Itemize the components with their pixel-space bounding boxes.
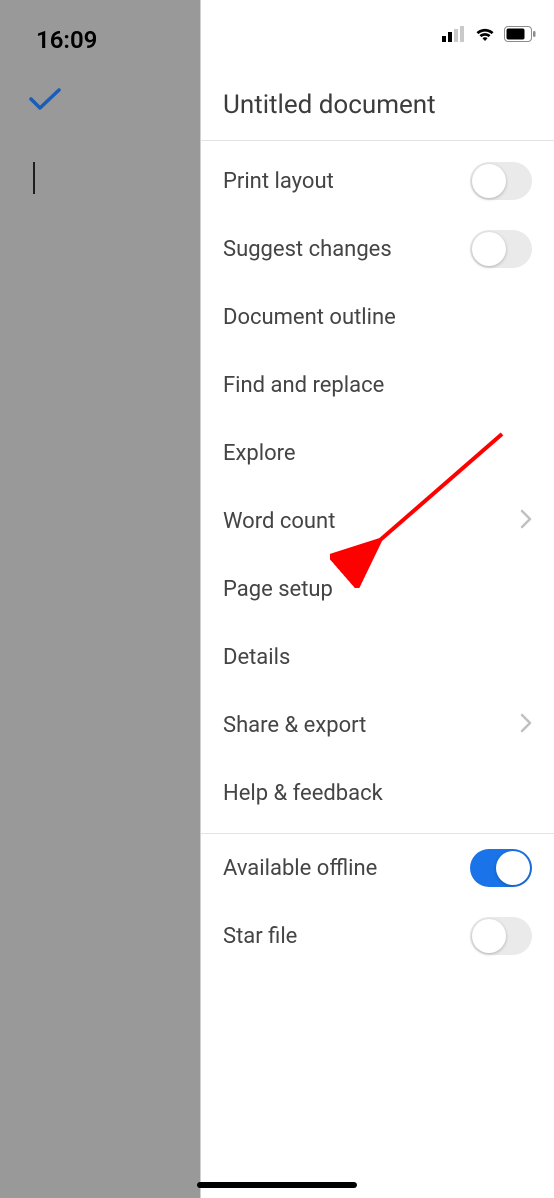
- battery-icon: [504, 26, 536, 42]
- menu-help-feedback[interactable]: Help & feedback: [201, 759, 554, 827]
- menu-star-file[interactable]: Star file: [201, 902, 554, 970]
- menu-label: Page setup: [223, 577, 333, 602]
- document-title: Untitled document: [223, 90, 532, 120]
- menu-find-replace[interactable]: Find and replace: [201, 351, 554, 419]
- menu-available-offline[interactable]: Available offline: [201, 834, 554, 902]
- menu-section-main: Print layout Suggest changes Document ou…: [201, 141, 554, 970]
- status-bar-right: [442, 26, 536, 42]
- text-cursor: [33, 162, 35, 194]
- menu-print-layout[interactable]: Print layout: [201, 147, 554, 215]
- menu-share-export[interactable]: Share & export: [201, 691, 554, 759]
- toggle-star-file[interactable]: [470, 917, 532, 955]
- chevron-right-icon: [520, 507, 532, 535]
- menu-explore[interactable]: Explore: [201, 419, 554, 487]
- menu-page-setup[interactable]: Page setup: [201, 555, 554, 623]
- menu-label: Details: [223, 645, 290, 670]
- menu-label: Find and replace: [223, 373, 384, 398]
- toggle-print-layout[interactable]: [470, 162, 532, 200]
- home-indicator[interactable]: [197, 1182, 357, 1188]
- menu-details[interactable]: Details: [201, 623, 554, 691]
- toggle-available-offline[interactable]: [470, 849, 532, 887]
- menu-label: Star file: [223, 924, 297, 949]
- panel-header: Untitled document: [201, 0, 554, 141]
- menu-label: Word count: [223, 509, 335, 534]
- chevron-right-icon: [520, 711, 532, 739]
- menu-label: Print layout: [223, 169, 334, 194]
- menu-label: Help & feedback: [223, 781, 383, 806]
- toggle-suggest-changes[interactable]: [470, 230, 532, 268]
- menu-document-outline[interactable]: Document outline: [201, 283, 554, 351]
- overflow-menu-panel: Untitled document Print layout Suggest c…: [200, 0, 554, 1198]
- menu-label: Share & export: [223, 713, 366, 738]
- menu-suggest-changes[interactable]: Suggest changes: [201, 215, 554, 283]
- confirm-check-icon[interactable]: [28, 85, 62, 117]
- cellular-signal-icon: [442, 26, 466, 42]
- menu-label: Explore: [223, 441, 296, 466]
- menu-word-count[interactable]: Word count: [201, 487, 554, 555]
- menu-label: Document outline: [223, 305, 396, 330]
- wifi-icon: [474, 26, 496, 42]
- menu-label: Suggest changes: [223, 237, 392, 262]
- status-time: 16:09: [36, 26, 97, 54]
- menu-label: Available offline: [223, 856, 377, 881]
